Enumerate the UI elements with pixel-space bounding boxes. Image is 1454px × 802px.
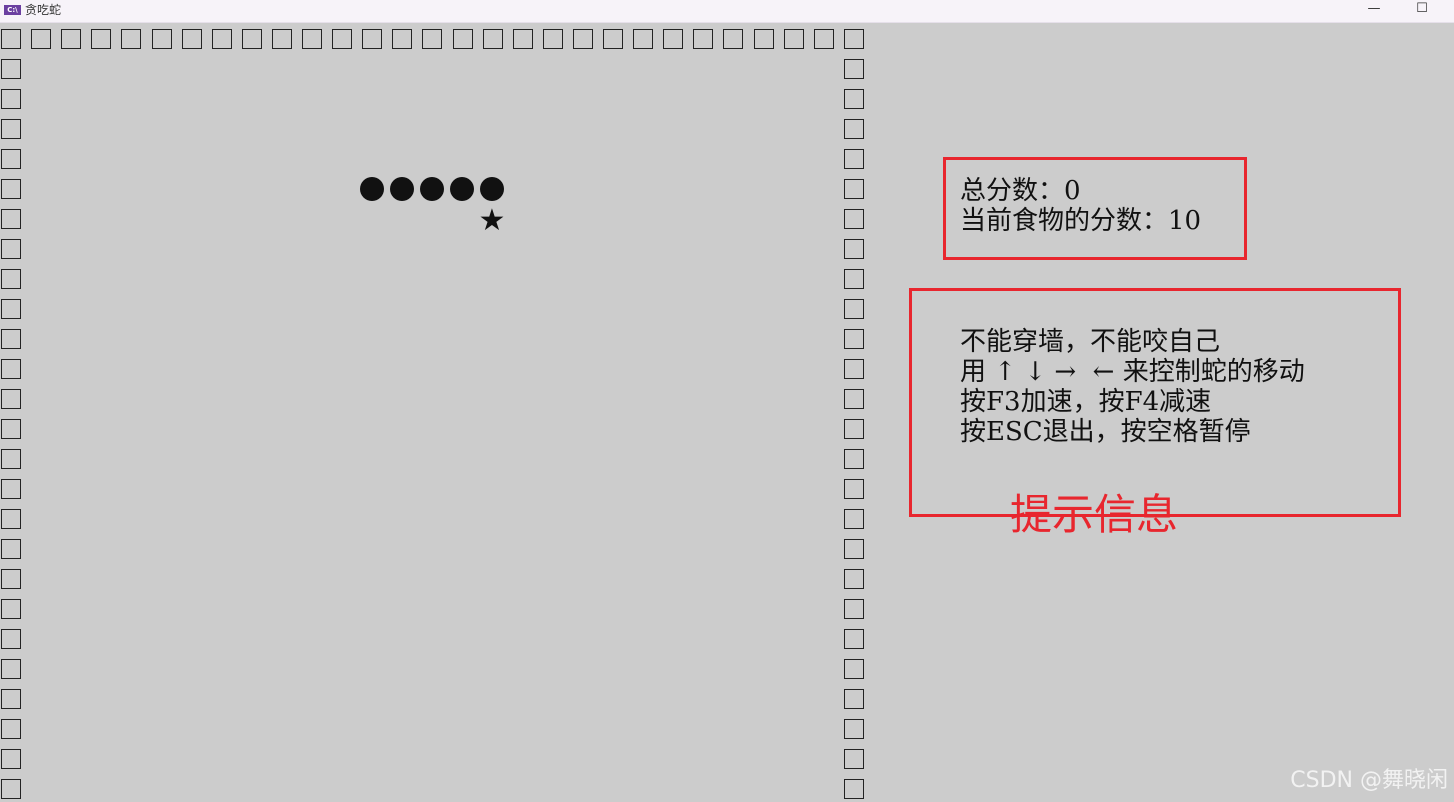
wall-cell	[813, 29, 834, 49]
wall-cell	[1, 629, 21, 649]
food-star-icon: ★	[478, 203, 506, 238]
wall-cell	[843, 659, 864, 679]
wall-cell	[843, 449, 864, 469]
wall-cell	[332, 29, 353, 49]
wall-cell	[271, 29, 292, 49]
wall-cell	[1, 299, 21, 319]
wall-cell	[783, 29, 804, 49]
wall-cell	[1, 509, 21, 529]
wall-cell	[843, 149, 864, 169]
title-bar: C:\ 贪吃蛇 — ☐	[0, 0, 1454, 23]
wall-cell	[843, 689, 864, 709]
wall-cell	[843, 269, 864, 289]
wall-cell	[512, 29, 533, 49]
wall-cell	[1, 239, 21, 259]
wall-cell	[1, 419, 21, 439]
wall-cell	[1, 389, 21, 409]
wall-cell	[843, 389, 864, 409]
wall-cell	[1, 539, 21, 559]
wall-cell	[61, 29, 82, 49]
wall-cell	[843, 629, 864, 649]
wall-cell	[843, 239, 864, 259]
wall-cell	[422, 29, 443, 49]
wall-cell	[181, 29, 202, 49]
wall-cell	[843, 479, 864, 499]
game-console: ★ 总分数：0 当前食物的分数：10 不能穿墙，不能咬自己 用 ↑ ↓ → ← …	[0, 23, 1454, 802]
maximize-button[interactable]: ☐	[1402, 0, 1442, 22]
wall-cell	[1, 779, 21, 799]
wall-cell	[1, 89, 21, 109]
snake-body-segment	[390, 177, 414, 201]
wall-cell	[693, 29, 714, 49]
wall-cell	[843, 299, 864, 319]
wall-cell	[1, 329, 21, 349]
wall-cell	[843, 179, 864, 199]
wall-cell	[603, 29, 623, 49]
help-line: 不能穿墙，不能咬自己	[960, 327, 1221, 357]
wall-cell	[1, 719, 21, 739]
wall-cell	[843, 119, 864, 139]
wall-cell	[1, 599, 21, 619]
wall-cell	[572, 29, 593, 49]
snake-body-segment	[450, 177, 474, 201]
wall-cell	[31, 29, 52, 49]
wall-cell	[663, 29, 684, 49]
wall-cell	[1, 479, 21, 499]
wall-cell	[1, 119, 21, 139]
wall-cell	[843, 209, 864, 229]
wall-cell	[843, 569, 864, 589]
wall-cell	[302, 29, 322, 49]
minimize-button[interactable]: —	[1354, 0, 1394, 22]
wall-cell	[482, 29, 503, 49]
wall-cell	[1, 359, 21, 379]
help-line: 按F3加速，按F4减速	[960, 387, 1212, 417]
wall-cell	[843, 779, 864, 799]
help-line: 用 ↑ ↓ → ← 来控制蛇的移动	[960, 357, 1305, 387]
wall-cell	[452, 29, 473, 49]
wall-cell	[723, 29, 744, 49]
wall-cell	[542, 29, 563, 49]
wall-cell	[843, 599, 864, 619]
wall-cell	[392, 29, 413, 49]
help-caption: 提示信息	[1010, 490, 1179, 539]
wall-cell	[1, 179, 21, 199]
app-icon: C:\	[4, 5, 21, 15]
wall-cell	[1, 449, 21, 469]
wall-cell	[843, 719, 864, 739]
watermark: CSDN @舞晓闲	[1290, 768, 1448, 793]
wall-cell	[1, 149, 21, 169]
snake-body-segment	[360, 177, 384, 201]
wall-cell	[843, 359, 864, 379]
wall-cell	[843, 89, 864, 109]
wall-cell	[843, 329, 864, 349]
wall-cell	[1, 269, 21, 289]
wall-cell	[843, 539, 864, 559]
wall-cell	[121, 29, 142, 49]
wall-cell	[843, 59, 864, 79]
wall-cell	[1, 209, 21, 229]
wall-cell	[1, 59, 21, 79]
wall-cell	[843, 419, 864, 439]
total-score: 总分数：0	[960, 176, 1081, 206]
wall-cell	[151, 29, 172, 49]
wall-cell	[1, 569, 21, 589]
food-score: 当前食物的分数：10	[960, 206, 1202, 236]
wall-cell	[1, 689, 21, 709]
wall-cell	[211, 29, 232, 49]
wall-cell	[843, 29, 864, 49]
wall-cell	[633, 29, 654, 49]
wall-cell	[91, 29, 112, 49]
window-title: 贪吃蛇	[25, 3, 62, 17]
wall-cell	[241, 29, 262, 49]
wall-cell	[843, 509, 864, 529]
wall-cell	[1, 749, 21, 769]
wall-cell	[362, 29, 383, 49]
help-line: 按ESC退出，按空格暂停	[960, 417, 1251, 447]
snake-body-segment	[420, 177, 444, 201]
wall-cell	[1, 659, 21, 679]
snake-head	[480, 177, 504, 201]
wall-cell	[753, 29, 774, 49]
wall-cell	[843, 749, 864, 769]
wall-cell	[1, 29, 21, 49]
